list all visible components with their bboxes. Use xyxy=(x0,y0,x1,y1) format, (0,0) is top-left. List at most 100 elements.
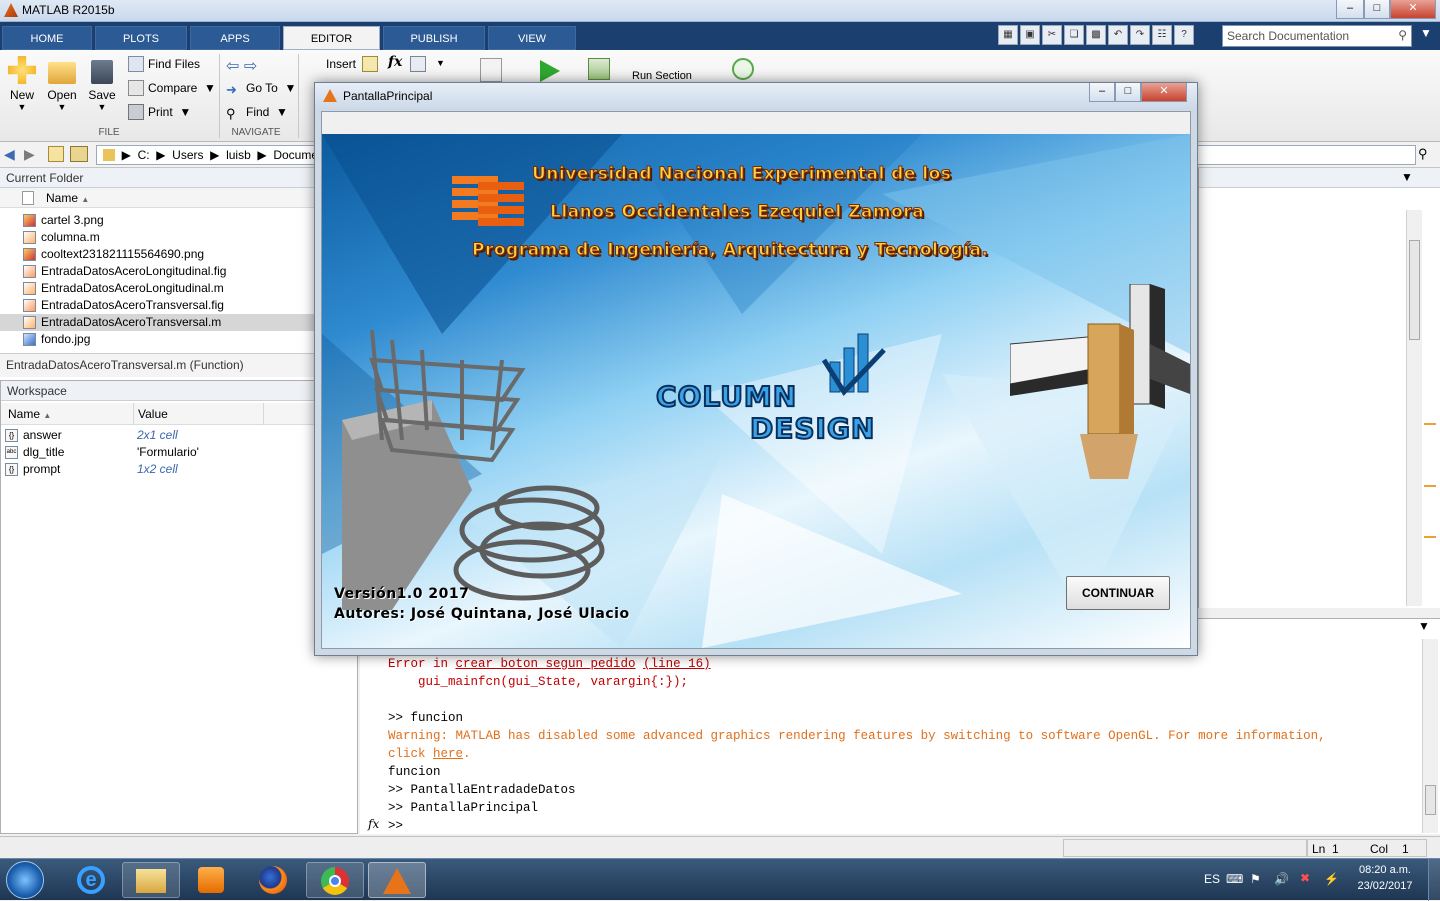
current-folder-column-header[interactable]: Name ▲ xyxy=(0,188,315,208)
paste-icon[interactable]: ▩ xyxy=(1086,25,1106,45)
command-prompt[interactable]: >> xyxy=(388,817,403,835)
taskbar-media-player[interactable] xyxy=(182,862,240,898)
filter-icon[interactable]: ▼ xyxy=(1416,26,1436,46)
dialog-title-bar[interactable]: PantallaPrincipal – □ ✕ xyxy=(315,83,1197,109)
tab-apps[interactable]: APPS xyxy=(190,26,280,50)
tab-publish[interactable]: PUBLISH xyxy=(383,26,485,50)
ws-name-column[interactable]: Name ▲ xyxy=(8,407,51,421)
ws-value-column[interactable]: Value xyxy=(138,407,168,421)
file-row[interactable]: EntradaDatosAceroLongitudinal.m xyxy=(0,280,315,297)
dialog-close-button[interactable]: ✕ xyxy=(1141,83,1187,102)
file-row[interactable]: cooltext231821115564690.png xyxy=(0,246,315,263)
path-search-icon[interactable]: ⚲ xyxy=(1418,146,1428,162)
print-button[interactable]: Print ▼ xyxy=(128,102,191,122)
save-button[interactable]: Save ▼ xyxy=(82,56,122,126)
browse-folder-icon[interactable] xyxy=(70,146,88,162)
path-segment[interactable]: Users xyxy=(172,148,203,162)
path-segment[interactable]: luisb xyxy=(226,148,251,162)
close-button[interactable]: ✕ xyxy=(1390,0,1436,19)
file-row[interactable]: columna.m xyxy=(0,229,315,246)
find-button[interactable]: ⚲ Find ▼ xyxy=(226,102,288,122)
taskbar-firefox[interactable] xyxy=(244,862,302,898)
panel-options-icon[interactable]: ▼ xyxy=(1401,170,1413,184)
compare-button[interactable]: Compare ▼ xyxy=(128,78,216,98)
show-desktop-button[interactable] xyxy=(1428,859,1440,901)
taskbar-ie[interactable]: e xyxy=(62,862,120,898)
file-row[interactable]: cartel 3.png xyxy=(0,212,315,229)
file-row[interactable]: EntradaDatosAceroTransversal.fig xyxy=(0,297,315,314)
command-scroll-thumb[interactable] xyxy=(1425,785,1436,815)
back-forward-arrows-icon[interactable]: ⇦ ⇨ xyxy=(226,56,270,75)
error-function-link[interactable]: crear_boton_segun_pedido xyxy=(456,657,636,671)
search-documentation-input[interactable]: Search Documentation ⚲ xyxy=(1222,25,1412,47)
cut-icon[interactable]: ✂ xyxy=(1042,25,1062,45)
tab-plots[interactable]: PLOTS xyxy=(95,26,187,50)
go-to-button[interactable]: ➜ Go To ▼ xyxy=(226,78,296,98)
dialog-maximize-button[interactable]: □ xyxy=(1115,83,1141,102)
run-icon[interactable] xyxy=(540,60,560,82)
undo-icon[interactable]: ↶ xyxy=(1108,25,1128,45)
file-row-selected[interactable]: EntradaDatosAceroTransversal.m xyxy=(0,314,315,331)
network-icon[interactable]: ✖ xyxy=(1300,871,1310,885)
variable-row[interactable]: abc dlg_title 'Formulario' xyxy=(1,444,357,461)
command-window-scrollbar[interactable] xyxy=(1422,639,1438,833)
taskbar-chrome[interactable] xyxy=(306,862,364,898)
dialog-minimize-button[interactable]: – xyxy=(1089,83,1115,102)
error-line-link[interactable]: (line 16) xyxy=(643,657,711,671)
redo-icon[interactable]: ↷ xyxy=(1130,25,1150,45)
find-icon: ⚲ xyxy=(226,106,236,121)
breakpoints-icon[interactable] xyxy=(480,58,502,82)
copy-icon[interactable]: ❏ xyxy=(1064,25,1084,45)
function-browser-icon[interactable]: fx xyxy=(368,817,379,831)
logo-design-text: DESIGN xyxy=(749,411,876,446)
editor-scroll-thumb[interactable] xyxy=(1409,240,1420,340)
tab-editor[interactable]: EDITOR xyxy=(283,26,380,50)
maximize-button[interactable]: □ xyxy=(1364,0,1390,19)
find-label: Find xyxy=(246,105,270,119)
editor-scrollbar[interactable] xyxy=(1406,210,1422,606)
language-indicator[interactable]: ES xyxy=(1204,872,1220,886)
warning-here-link[interactable]: here xyxy=(433,747,463,761)
path-segment[interactable]: C: xyxy=(138,148,150,162)
file-name: columna.m xyxy=(41,230,100,244)
switch-windows-icon[interactable]: ☷ xyxy=(1152,25,1172,45)
fx-icon[interactable]: fx xyxy=(388,54,402,70)
insert-dropdown-icon[interactable]: ▼ xyxy=(436,58,445,68)
continuar-button[interactable]: CONTINUAR xyxy=(1066,576,1170,610)
insert-button[interactable]: Insert xyxy=(306,54,356,74)
column-divider[interactable] xyxy=(133,403,134,425)
open-button[interactable]: Open ▼ xyxy=(42,56,82,126)
run-advance-icon[interactable] xyxy=(588,58,610,80)
start-button[interactable] xyxy=(6,861,44,899)
nav-back-icon[interactable]: ◀ xyxy=(4,146,15,163)
comment-icon[interactable] xyxy=(410,56,426,72)
tab-home[interactable]: HOME xyxy=(2,26,92,50)
run-section-button[interactable]: Run Section xyxy=(632,70,692,82)
clock[interactable]: 08:20 a.m. 23/02/2017 xyxy=(1352,864,1418,892)
keyboard-icon[interactable]: ⌨ xyxy=(1226,872,1243,886)
minimize-button[interactable]: – xyxy=(1336,0,1364,19)
file-row[interactable]: fondo.jpg xyxy=(0,331,315,348)
action-center-icon[interactable]: ⚑ xyxy=(1250,872,1261,886)
file-row[interactable]: EntradaDatosAceroLongitudinal.fig xyxy=(0,263,315,280)
taskbar-explorer[interactable] xyxy=(122,862,180,898)
layout-icon[interactable]: ▦ xyxy=(998,25,1018,45)
insert-section-icon[interactable] xyxy=(362,56,378,72)
variable-row[interactable]: {} prompt 1x2 cell xyxy=(1,461,357,478)
run-and-time-icon[interactable] xyxy=(732,58,754,80)
help-icon[interactable]: ? xyxy=(1174,25,1194,45)
command-window-options-icon[interactable]: ▼ xyxy=(1418,619,1430,633)
save-icon[interactable]: ▣ xyxy=(1020,25,1040,45)
safely-remove-icon[interactable]: ⚡ xyxy=(1324,872,1339,886)
nav-forward-icon[interactable]: ▶ xyxy=(24,146,35,163)
new-button[interactable]: New ▼ xyxy=(2,56,42,126)
find-files-button[interactable]: Find Files xyxy=(128,54,200,74)
error-line: Error in crear_boton_segun_pedido (line … xyxy=(388,655,711,673)
up-folder-icon[interactable] xyxy=(48,146,64,162)
variable-row[interactable]: {} answer 2x1 cell xyxy=(1,427,357,444)
file-name: EntradaDatosAceroTransversal.fig xyxy=(41,298,224,312)
column-divider[interactable] xyxy=(263,403,264,425)
taskbar-matlab[interactable] xyxy=(368,862,426,898)
volume-icon[interactable]: 🔊 xyxy=(1274,872,1289,886)
tab-view[interactable]: VIEW xyxy=(488,26,576,50)
